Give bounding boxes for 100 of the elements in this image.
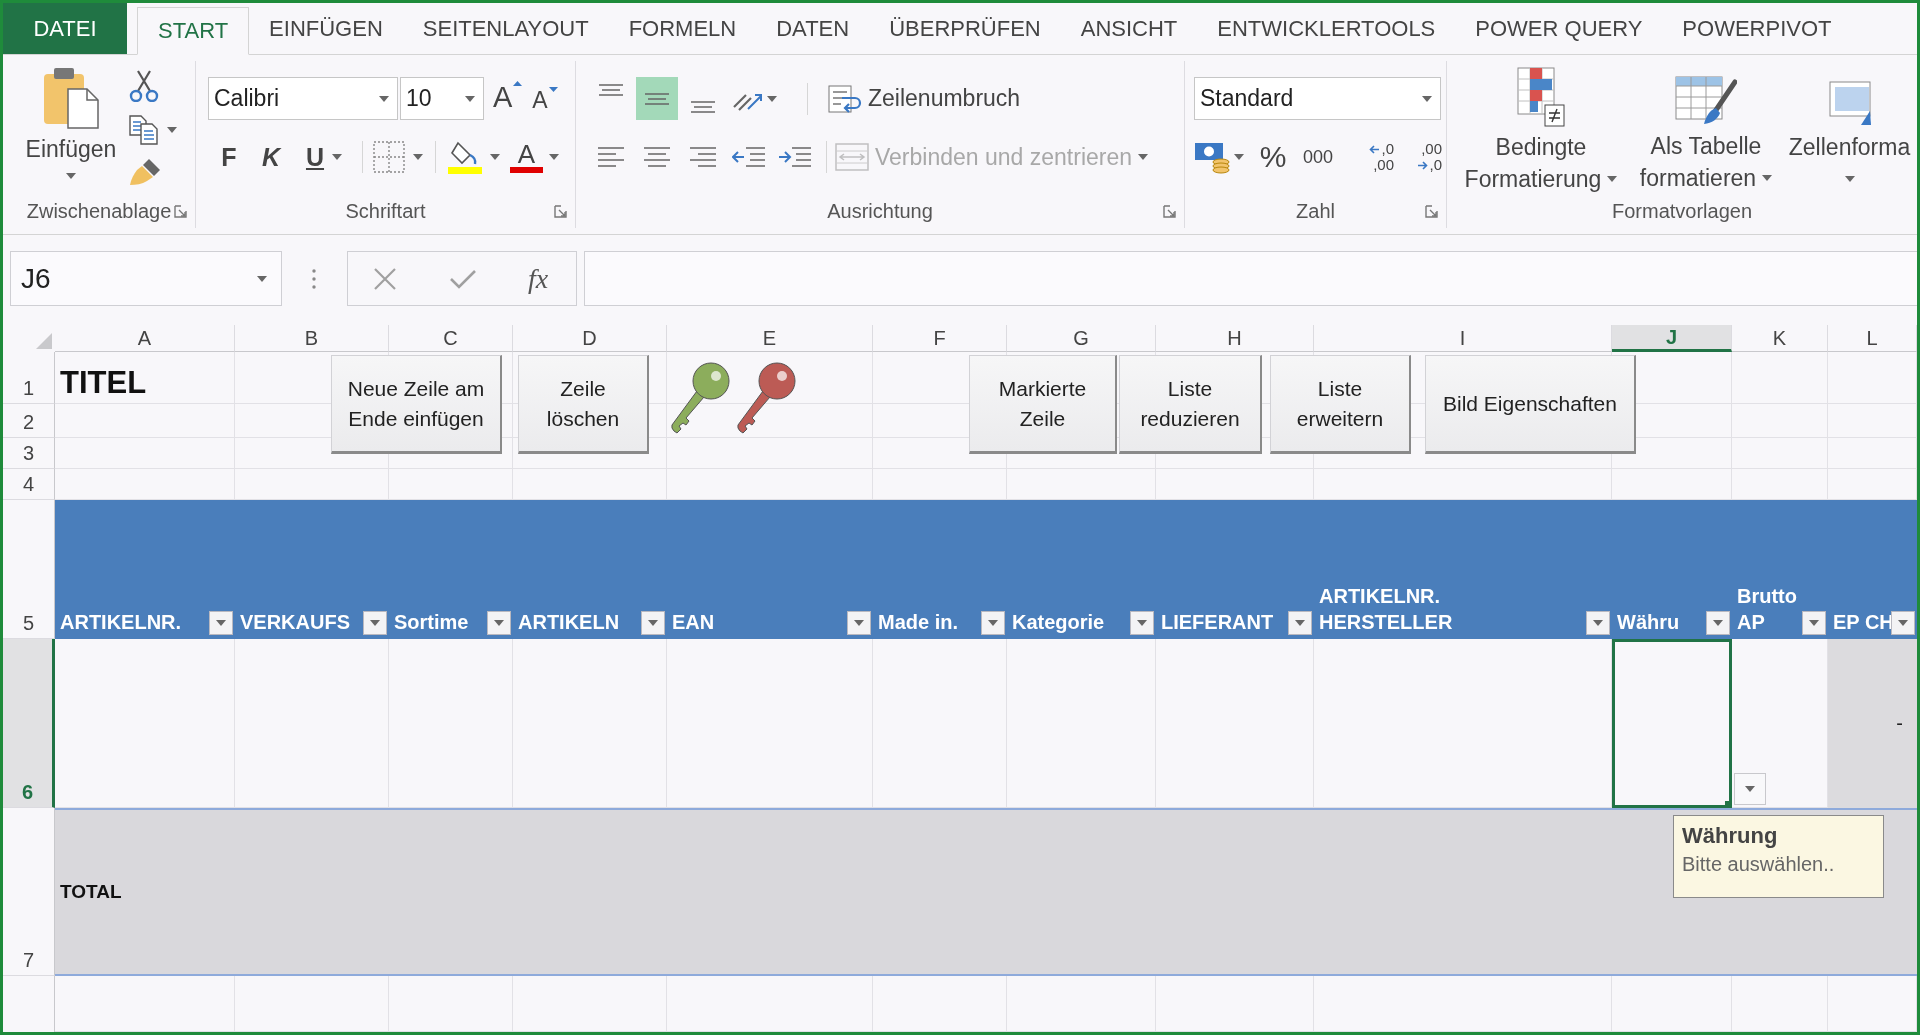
wrap-text-button[interactable]: Zeilenumbruch [828,84,1021,113]
number-format-combobox[interactable]: Standard [1194,77,1441,120]
macro-button[interactable]: Neue Zeile am Ende einfügen [331,355,502,454]
font-name-combobox[interactable]: Calibri [208,77,398,120]
macro-button[interactable]: Bild Eigenschaften [1425,355,1636,454]
align-center-icon[interactable] [644,147,670,167]
font-size-combobox[interactable]: 10 [400,77,484,120]
ribbon-tab[interactable]: POWER QUERY [1455,3,1663,54]
shrink-font-button[interactable]: A [532,80,558,117]
filter-dropdown-button[interactable] [1288,611,1312,635]
grow-font-button[interactable]: A [493,80,523,117]
ribbon-tab[interactable]: ÜBERPRÜFEN [869,3,1061,54]
filter-dropdown-button[interactable] [209,611,233,635]
filter-dropdown-button[interactable] [981,611,1005,635]
row-header[interactable]: 3 [3,438,55,469]
dialog-launcher-icon[interactable] [174,204,187,218]
indent-increase-icon[interactable] [778,146,812,168]
filter-dropdown-button[interactable] [847,611,871,635]
filter-dropdown-button[interactable] [1130,611,1154,635]
ribbon-tab[interactable]: ENTWICKLERTOOLS [1197,3,1456,54]
column-header[interactable]: A [55,325,235,352]
active-cell[interactable] [1612,639,1732,808]
filter-dropdown-button[interactable] [363,611,387,635]
decrease-decimal-button[interactable]: ,00 ,0 [1404,141,1442,173]
column-header[interactable]: I [1314,325,1612,352]
macro-button[interactable]: Liste erweitern [1270,355,1411,454]
check-icon[interactable] [450,268,476,289]
row-header[interactable]: 6 [3,639,55,808]
ribbon-tab[interactable]: EINFÜGEN [249,3,403,54]
column-header[interactable]: L [1828,325,1917,352]
group-label: Formatvorlagen [1611,199,1753,223]
ribbon-tab[interactable]: POWERPIVOT [1662,3,1852,54]
dialog-launcher-icon[interactable] [1163,204,1176,218]
copy-button[interactable] [129,115,177,145]
formula-input-field[interactable] [584,251,1917,306]
font-color-button[interactable]: A [510,141,559,173]
table-bars-icon [1517,67,1565,127]
fill-color-button[interactable] [448,140,500,174]
scissors-icon[interactable] [129,70,159,102]
align-middle-button[interactable] [636,77,678,120]
brush-icon[interactable] [129,158,161,186]
ribbon-tab[interactable]: DATEN [756,3,870,54]
filter-dropdown-button[interactable] [1586,611,1610,635]
caret-down-icon [216,620,226,626]
macro-button[interactable]: Markierte Zeile [969,355,1117,454]
caret-down-icon [379,95,389,102]
caret-down-icon [332,154,343,160]
paste-button[interactable]: Einfügen [19,67,123,194]
lines-icon [691,101,715,113]
column-header[interactable]: K [1732,325,1828,352]
underline-button[interactable]: U [296,139,352,175]
ribbon-tab[interactable]: FORMELN [608,3,757,54]
group-label: Schriftart [345,199,426,223]
bold-button[interactable]: F [211,139,247,175]
caret-down-icon [1898,620,1908,626]
ribbon-tab[interactable]: SEITENLAYOUT [402,3,609,54]
italic-button[interactable]: K [253,139,289,175]
column-header[interactable]: H [1156,325,1314,352]
percent-button[interactable]: % [1258,140,1288,174]
name-box[interactable]: J6 [10,251,282,306]
currency-button[interactable] [1194,140,1244,174]
row-header[interactable]: 1 [3,352,55,404]
caret-down-icon [1422,95,1432,102]
filter-dropdown-button[interactable] [1706,611,1730,635]
macro-button[interactable]: Zeile löschen [518,355,649,454]
caret-down-icon [548,86,558,92]
validation-dropdown-button[interactable] [1734,773,1766,805]
row-header[interactable]: 2 [3,404,55,438]
column-header[interactable]: G [1007,325,1156,352]
ribbon-tab[interactable]: START [137,7,250,55]
ribbon-tab[interactable]: ANSICHT [1060,3,1198,54]
column-header[interactable]: E [667,325,873,352]
file-tab[interactable]: DATEI [3,3,127,54]
filter-dropdown-button[interactable] [487,611,511,635]
increase-decimal-button[interactable]: ,0 ,00 [1356,141,1394,173]
thousands-button[interactable]: 000 [1300,146,1336,168]
column-header[interactable]: J [1612,325,1732,352]
conditional-formatting-button[interactable]: Bedingte Formatierung [1452,61,1630,194]
header-label: ARTIKELNR. [60,610,183,635]
row-header[interactable]: 4 [3,469,55,500]
filter-dropdown-button[interactable] [1802,611,1826,635]
macro-button[interactable]: Liste reduzieren [1119,355,1262,454]
align-right-icon[interactable] [690,147,716,167]
insert-function-button[interactable]: fx [528,262,549,295]
caret-down-icon [1844,175,1855,182]
format-as-table-button[interactable]: Als Tabelle formatieren [1630,61,1782,194]
column-header[interactable]: C [389,325,513,352]
align-left-icon[interactable] [598,147,624,167]
indent-decrease-icon[interactable] [732,146,766,168]
column-header[interactable]: D [513,325,667,352]
sheet-title: TITEL [60,365,147,401]
dialog-launcher-icon[interactable] [1425,204,1438,218]
filter-dropdown-button[interactable] [641,611,665,635]
dialog-launcher-icon[interactable] [554,204,567,218]
column-header[interactable]: B [235,325,389,352]
caret-down-icon [1809,620,1819,626]
filter-dropdown-button[interactable] [1891,611,1915,635]
column-header[interactable]: F [873,325,1007,352]
cell-styles-button[interactable]: Zellenforma [1782,61,1917,194]
header-label: EAN [672,610,716,635]
